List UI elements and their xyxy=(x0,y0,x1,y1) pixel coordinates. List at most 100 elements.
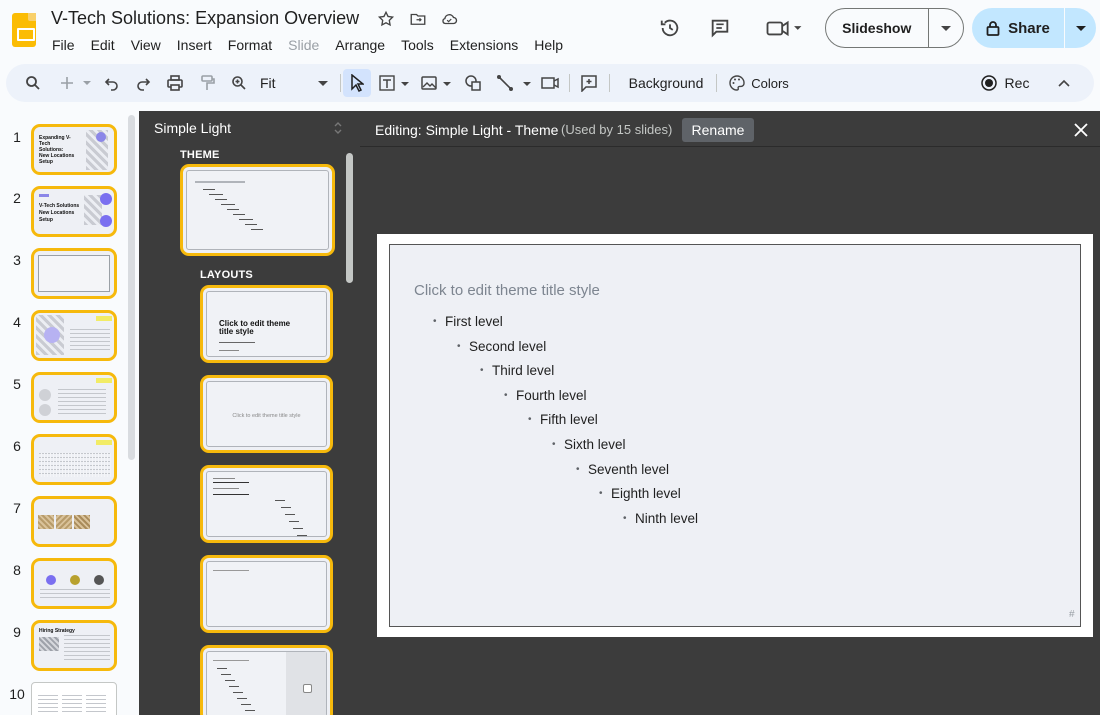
menu-view[interactable]: View xyxy=(123,36,169,54)
layout-section-header[interactable]: Click to edit theme title style xyxy=(200,375,333,453)
layout-title-and-body[interactable] xyxy=(200,465,333,543)
menu-help[interactable]: Help xyxy=(526,36,571,54)
background-label: Background xyxy=(628,75,704,91)
slide-thumbnail-5[interactable] xyxy=(31,372,117,423)
redo-icon[interactable] xyxy=(132,64,154,102)
body-level-5[interactable]: Fifth level xyxy=(528,412,598,427)
menu-extensions[interactable]: Extensions xyxy=(442,36,526,54)
insert-image-icon[interactable] xyxy=(418,64,454,102)
slide-thumbnail-title: Expanding V-Tech Solutions: New Location… xyxy=(39,135,75,165)
preview-level-line xyxy=(209,194,223,195)
new-slide-icon[interactable] xyxy=(56,64,96,102)
layout-preview: Click to edit theme title style xyxy=(206,381,327,447)
menu-edit[interactable]: Edit xyxy=(83,36,123,54)
slide-thumbnail-7[interactable] xyxy=(31,496,117,547)
body-level-1[interactable]: First level xyxy=(433,314,503,329)
print-icon[interactable] xyxy=(164,64,186,102)
slide-thumbnail-2[interactable]: V-Tech Solutions New Locations Setup xyxy=(31,186,117,237)
theme-section-heading: THEME xyxy=(180,149,220,161)
line-icon[interactable] xyxy=(494,64,534,102)
close-icon[interactable] xyxy=(1072,121,1090,139)
toolbar-divider xyxy=(716,74,717,92)
slide-thumbnail-shape xyxy=(39,404,51,416)
body-level-9[interactable]: Ninth level xyxy=(623,511,698,526)
slide-thumbnail-6[interactable] xyxy=(31,434,117,485)
colors-button[interactable]: Colors xyxy=(722,64,796,102)
theme-title-placeholder[interactable]: Click to edit theme title style xyxy=(414,282,600,299)
slide-thumbnail-shape xyxy=(96,132,106,142)
share-main[interactable]: Share xyxy=(972,20,1064,37)
slide-filmstrip[interactable]: 1 Expanding V-Tech Solutions: New Locati… xyxy=(0,111,139,715)
theme-sort-icon[interactable] xyxy=(333,121,343,140)
paint-format-icon[interactable] xyxy=(196,64,218,102)
preview-level-line xyxy=(233,214,245,215)
record-button[interactable]: Rec xyxy=(974,64,1036,102)
background-button[interactable]: Background xyxy=(616,64,716,102)
slide-thumbnail-text xyxy=(70,329,110,351)
menu-format[interactable]: Format xyxy=(220,36,280,54)
slide-thumbnail-image xyxy=(39,637,59,651)
slide-thumbnail-shape xyxy=(100,193,112,205)
slide-number: 4 xyxy=(13,314,21,330)
shape-icon[interactable] xyxy=(462,64,484,102)
menu-slide[interactable]: Slide xyxy=(280,36,327,54)
search-menus-icon[interactable] xyxy=(20,64,46,102)
preview-level-line xyxy=(227,209,239,210)
preview-level-line xyxy=(275,500,285,501)
slide-thumbnail-9[interactable]: Hiring Strategy xyxy=(31,620,117,671)
insert-video-icon[interactable] xyxy=(539,64,561,102)
layout-title-only[interactable] xyxy=(200,555,333,633)
body-level-2[interactable]: Second level xyxy=(457,339,546,354)
slideshow-options-chevron-down-icon[interactable] xyxy=(929,25,964,31)
menu-arrange[interactable]: Arrange xyxy=(327,36,393,54)
slide-thumbnail-8[interactable] xyxy=(31,558,117,609)
slide-number-placeholder[interactable]: # xyxy=(1069,609,1075,620)
theme-name[interactable]: Simple Light xyxy=(154,120,231,136)
themes-panel-scrollbar[interactable] xyxy=(346,153,353,283)
slide-number: 7 xyxy=(13,500,21,516)
zoom-select[interactable]: Fit xyxy=(258,64,334,102)
preview-level-line xyxy=(221,674,231,675)
comments-icon[interactable] xyxy=(707,15,733,41)
theme-master-slide[interactable] xyxy=(389,244,1081,627)
star-icon[interactable] xyxy=(376,10,396,30)
theme-master-thumbnail[interactable] xyxy=(180,164,335,256)
filmstrip-scrollbar[interactable] xyxy=(128,115,135,460)
zoom-value: Fit xyxy=(260,75,276,91)
slide-thumbnail-1[interactable]: Expanding V-Tech Solutions: New Location… xyxy=(31,124,117,175)
body-level-3[interactable]: Third level xyxy=(480,363,554,378)
body-level-4[interactable]: Fourth level xyxy=(504,388,586,403)
move-folder-icon[interactable] xyxy=(408,10,428,30)
share-button[interactable]: Share xyxy=(972,8,1096,48)
preview-line xyxy=(213,494,249,495)
add-comment-icon[interactable] xyxy=(578,64,600,102)
menu-file[interactable]: File xyxy=(44,36,83,54)
select-tool-icon[interactable] xyxy=(343,69,371,97)
document-title[interactable]: V-Tech Solutions: Expansion Overview xyxy=(51,8,359,29)
toolbar: Fit Background Colors Rec xyxy=(6,64,1094,102)
menu-tools[interactable]: Tools xyxy=(393,36,442,54)
layout-one-column[interactable] xyxy=(200,645,333,715)
body-level-6[interactable]: Sixth level xyxy=(552,437,625,452)
slideshow-button[interactable]: Slideshow xyxy=(825,8,964,48)
collapse-toolbar-chevron-up-icon[interactable] xyxy=(1054,64,1074,102)
slide-thumbnail-10[interactable] xyxy=(31,682,117,715)
slides-logo[interactable] xyxy=(12,13,36,47)
zoom-icon[interactable] xyxy=(228,64,250,102)
menu-insert[interactable]: Insert xyxy=(169,36,220,54)
used-by-label: (Used by 15 slides) xyxy=(561,122,673,137)
slide-thumbnail-4[interactable] xyxy=(31,310,117,361)
body-level-7[interactable]: Seventh level xyxy=(576,462,669,477)
share-options-chevron-down-icon[interactable] xyxy=(1064,8,1096,48)
version-history-icon[interactable] xyxy=(657,15,683,41)
text-box-icon[interactable] xyxy=(376,64,412,102)
meet-camera-icon[interactable] xyxy=(762,15,806,41)
undo-icon[interactable] xyxy=(101,64,123,102)
layout-preview xyxy=(206,471,327,537)
rename-button[interactable]: Rename xyxy=(682,118,754,142)
cloud-saved-icon[interactable] xyxy=(439,10,459,30)
slide-thumbnail-3[interactable] xyxy=(31,248,117,299)
body-level-8[interactable]: Eighth level xyxy=(599,486,681,501)
layout-title-slide[interactable]: Click to edit theme title style xyxy=(200,285,333,363)
slide-thumbnail-image xyxy=(38,515,54,529)
